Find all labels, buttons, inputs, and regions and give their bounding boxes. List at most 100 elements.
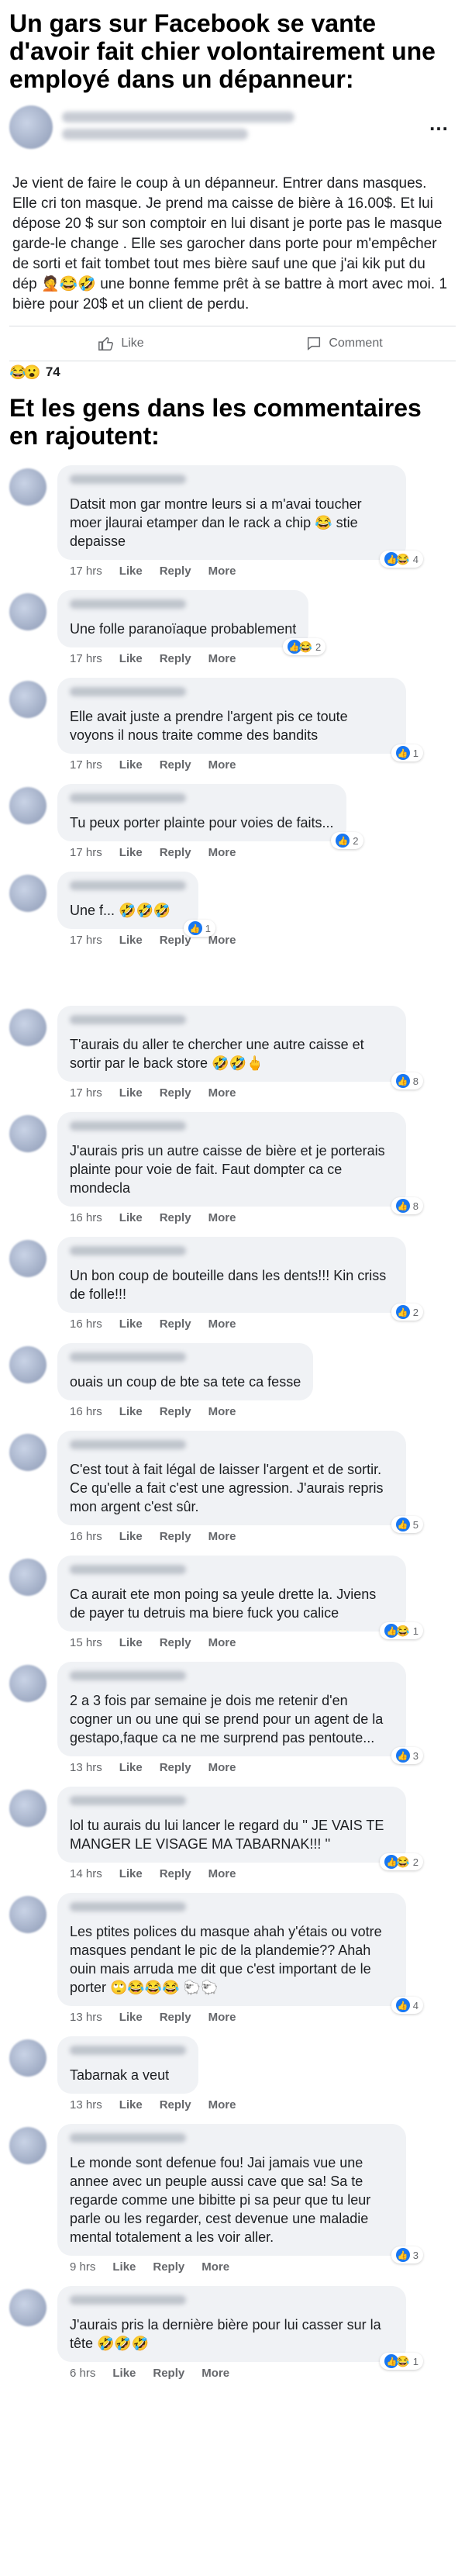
comment-reply-button[interactable]: Reply (160, 846, 191, 859)
commenter-name-blurred[interactable] (70, 2295, 186, 2305)
commenter-avatar[interactable] (9, 1346, 46, 1383)
comment-like-button[interactable]: Like (119, 652, 143, 665)
comment-more-button[interactable]: More (208, 652, 236, 665)
commenter-name-blurred[interactable] (70, 1246, 186, 1255)
comment-reactions[interactable]: 👍 1 (391, 744, 423, 761)
comment-reactions[interactable]: 👍 😂 2 (380, 1853, 423, 1870)
comment-more-button[interactable]: More (208, 934, 236, 947)
commenter-name-blurred[interactable] (70, 1015, 186, 1024)
more-options-icon[interactable]: … (429, 112, 450, 136)
comment-like-button[interactable]: Like (119, 846, 143, 859)
comment-more-button[interactable]: More (208, 846, 236, 859)
comment-more-button[interactable]: More (208, 2011, 236, 2024)
comment-more-button[interactable]: More (208, 1636, 236, 1649)
comment-reply-button[interactable]: Reply (160, 1636, 191, 1649)
comment-more-button[interactable]: More (208, 758, 236, 772)
comment-reply-button[interactable]: Reply (160, 1761, 191, 1774)
commenter-avatar[interactable] (9, 1790, 46, 1827)
comment-like-button[interactable]: Like (119, 2098, 143, 2112)
commenter-name-blurred[interactable] (70, 1121, 186, 1131)
comment-reply-button[interactable]: Reply (153, 2260, 184, 2274)
commenter-avatar[interactable] (9, 468, 46, 506)
comment-reply-button[interactable]: Reply (160, 652, 191, 665)
commenter-name-blurred[interactable] (70, 599, 186, 609)
comment-reactions[interactable]: 👍 1 (183, 920, 215, 937)
comment-more-button[interactable]: More (208, 1211, 236, 1224)
commenter-name-blurred[interactable] (70, 475, 186, 484)
comment-like-button[interactable]: Like (119, 1867, 143, 1880)
comment-like-button[interactable]: Like (112, 2260, 136, 2274)
comment-like-button[interactable]: Like (119, 2011, 143, 2024)
comment-more-button[interactable]: More (202, 2260, 229, 2274)
comment-like-button[interactable]: Like (119, 1086, 143, 1100)
comment-reactions[interactable]: 👍 😂 1 (380, 1622, 423, 1639)
commenter-avatar[interactable] (9, 2289, 46, 2326)
commenter-name-blurred[interactable] (70, 793, 186, 803)
commenter-avatar[interactable] (9, 2039, 46, 2077)
comment-reactions[interactable]: 👍 4 (391, 1997, 423, 2014)
commenter-name-blurred[interactable] (70, 1565, 186, 1574)
comment-reply-button[interactable]: Reply (160, 1530, 191, 1543)
comment-reply-button[interactable]: Reply (160, 1317, 191, 1331)
comment-reply-button[interactable]: Reply (160, 1405, 191, 1418)
comment-reactions[interactable]: 👍 😂 4 (380, 551, 423, 568)
comment-like-button[interactable]: Like (119, 1405, 143, 1418)
comment-reactions[interactable]: 👍 2 (331, 832, 363, 849)
comment-reactions[interactable]: 👍 3 (391, 2246, 423, 2263)
comment-like-button[interactable]: Like (119, 1317, 143, 1331)
comment-like-button[interactable]: Like (119, 934, 143, 947)
commenter-name-blurred[interactable] (70, 1902, 186, 1911)
comment-like-button[interactable]: Like (119, 565, 143, 578)
comment-reply-button[interactable]: Reply (160, 2098, 191, 2112)
comment-reactions[interactable]: 👍 3 (391, 1747, 423, 1764)
commenter-name-blurred[interactable] (70, 2046, 186, 2055)
commenter-avatar[interactable] (9, 593, 46, 630)
comment-like-button[interactable]: Like (119, 1211, 143, 1224)
comment-reactions[interactable]: 👍 2 (391, 1304, 423, 1321)
commenter-avatar[interactable] (9, 1240, 46, 1277)
commenter-avatar[interactable] (9, 681, 46, 718)
comment-more-button[interactable]: More (208, 1086, 236, 1100)
comment-like-button[interactable]: Like (119, 1636, 143, 1649)
comment-more-button[interactable]: More (208, 1761, 236, 1774)
commenter-name-blurred[interactable] (70, 1671, 186, 1680)
commenter-name-blurred[interactable] (70, 687, 186, 696)
commenter-avatar[interactable] (9, 1559, 46, 1596)
commenter-avatar[interactable] (9, 1115, 46, 1152)
comment-like-button[interactable]: Like (112, 2367, 136, 2380)
commenter-name-blurred[interactable] (70, 1352, 186, 1362)
comment-reply-button[interactable]: Reply (160, 1086, 191, 1100)
author-avatar[interactable] (9, 105, 53, 149)
comment-like-button[interactable]: Like (119, 758, 143, 772)
comment-reactions[interactable]: 👍 😂 2 (282, 638, 326, 655)
like-button[interactable]: Like (9, 335, 232, 352)
comment-reply-button[interactable]: Reply (160, 1211, 191, 1224)
comment-like-button[interactable]: Like (119, 1530, 143, 1543)
comment-more-button[interactable]: More (208, 1317, 236, 1331)
comment-more-button[interactable]: More (202, 2367, 229, 2380)
comment-reply-button[interactable]: Reply (160, 2011, 191, 2024)
comment-reply-button[interactable]: Reply (160, 565, 191, 578)
comment-reply-button[interactable]: Reply (160, 934, 191, 947)
comment-reactions[interactable]: 👍 😂 1 (380, 2353, 423, 2370)
commenter-avatar[interactable] (9, 1434, 46, 1471)
post-reactions[interactable]: 😂 😮 74 (0, 361, 465, 383)
commenter-name-blurred[interactable] (70, 1796, 186, 1805)
comment-reactions[interactable]: 👍 5 (391, 1516, 423, 1533)
commenter-avatar[interactable] (9, 2127, 46, 2164)
comment-more-button[interactable]: More (208, 1405, 236, 1418)
comment-button[interactable]: Comment (232, 335, 456, 352)
commenter-avatar[interactable] (9, 1665, 46, 1702)
commenter-avatar[interactable] (9, 875, 46, 912)
comment-reply-button[interactable]: Reply (153, 2367, 184, 2380)
comment-reply-button[interactable]: Reply (160, 1867, 191, 1880)
comment-like-button[interactable]: Like (119, 1761, 143, 1774)
comment-reactions[interactable]: 👍 8 (391, 1197, 423, 1214)
commenter-avatar[interactable] (9, 1896, 46, 1933)
comment-more-button[interactable]: More (208, 1867, 236, 1880)
comment-more-button[interactable]: More (208, 565, 236, 578)
comment-reply-button[interactable]: Reply (160, 758, 191, 772)
comment-reactions[interactable]: 👍 8 (391, 1072, 423, 1089)
commenter-name-blurred[interactable] (70, 2133, 186, 2143)
comment-more-button[interactable]: More (208, 2098, 236, 2112)
